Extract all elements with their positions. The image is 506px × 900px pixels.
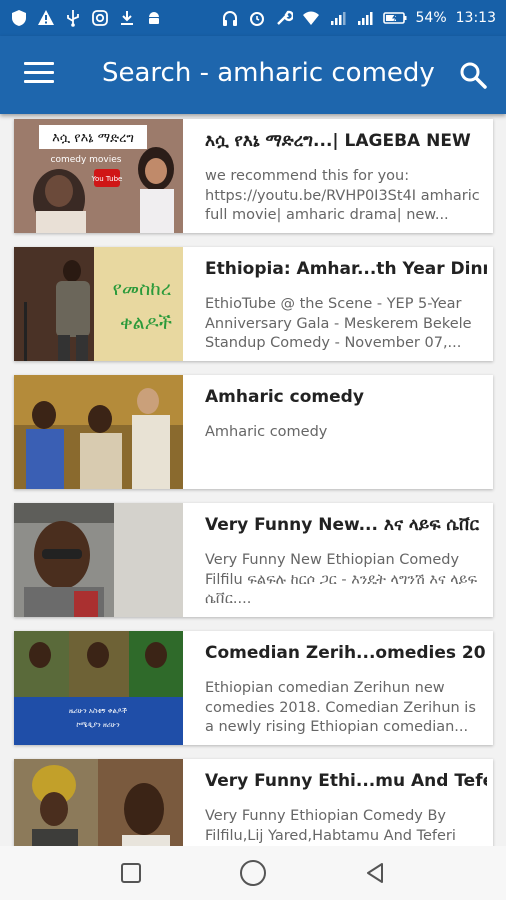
youtube-badge: You Tube (91, 175, 123, 183)
headphones-icon (221, 9, 239, 27)
video-thumbnail[interactable] (14, 375, 183, 489)
result-description: Very Funny New Ethiopian Comedy Filfilu … (205, 552, 478, 607)
video-thumbnail[interactable]: የመስከረ ቀልዶች (14, 247, 183, 361)
result-title: እሷ የእኔ ማድረግ...| LAGEBA NEW (205, 131, 471, 151)
result-description: Amharic comedy (205, 424, 328, 440)
search-icon[interactable] (458, 60, 488, 90)
thumb-caption: እሷ የእኔ ማድረግ (52, 131, 134, 146)
wrench-icon (275, 9, 293, 27)
result-card[interactable]: Very Funny Ethi...mu And Teferi Very Fun… (14, 759, 493, 846)
status-bar: 54% 13:13 (0, 0, 506, 36)
result-title: Very Funny Ethi...mu And Teferi (205, 771, 487, 791)
result-title: Ethiopia: Amhar...th Year Dinner (205, 259, 487, 279)
menu-icon[interactable] (24, 62, 54, 86)
result-card[interactable]: የመስከረ ቀልዶች Ethiopia: Amhar...th Year Din… (14, 247, 493, 361)
android-icon (145, 9, 163, 27)
result-title: Amharic comedy (205, 387, 364, 407)
page-title: Search - amharic comedy (102, 58, 435, 88)
result-title: Very Funny New... እና ላይፍ ሴቨር (205, 515, 480, 535)
video-thumbnail[interactable]: እሷ የእኔ ማድረግ comedy movies You Tube (14, 119, 183, 233)
square-icon[interactable] (116, 858, 146, 888)
navigation-bar (0, 846, 506, 900)
result-description: Ethiopian comedian Zerihun new comedies … (205, 680, 476, 735)
usb-icon (64, 9, 82, 27)
video-thumbnail[interactable] (14, 759, 183, 846)
battery-icon (382, 9, 407, 27)
warning-icon (37, 9, 55, 27)
download-icon (118, 9, 136, 27)
alarm-icon (248, 9, 266, 27)
battery-percent: 54% (415, 10, 447, 26)
instagram-icon (91, 9, 109, 27)
result-card[interactable]: Amharic comedy Amharic comedy (14, 375, 493, 489)
app-bar: Search - amharic comedy (0, 36, 506, 114)
result-description: we recommend this for you: https://youtu… (205, 168, 480, 223)
signal-icon (329, 9, 347, 27)
shield-icon (10, 9, 28, 27)
results-list[interactable]: እሷ የእኔ ማድረግ comedy movies You Tube እሷ የእ… (0, 114, 506, 846)
circle-icon[interactable] (238, 858, 268, 888)
result-description: Very Funny Ethiopian Comedy By Filfilu,L… (205, 808, 456, 844)
result-title: Comedian Zerih...omedies 2018 (205, 643, 487, 663)
video-thumbnail[interactable] (14, 503, 183, 617)
result-card[interactable]: ዜሪሁን አስቂኝ ቀልዶች ኮሜዲያን ዘሪሁን Comedian Zerih… (14, 631, 493, 745)
clock: 13:13 (455, 10, 496, 26)
result-description: EthioTube @ the Scene - YEP 5-Year Anniv… (205, 296, 472, 351)
result-card[interactable]: Very Funny New... እና ላይፍ ሴቨር Very Funny … (14, 503, 493, 617)
thumb-caption: ዜሪሁን አስቂኝ ቀልዶች (69, 707, 127, 715)
thumb-caption: የመስከረ (113, 278, 172, 300)
back-triangle-icon[interactable] (360, 858, 390, 888)
video-thumbnail[interactable]: ዜሪሁን አስቂኝ ቀልዶች ኮሜዲያን ዘሪሁን (14, 631, 183, 745)
wifi-icon (302, 9, 320, 27)
thumb-subcaption: ኮሜዲያን ዘሪሁን (76, 721, 120, 729)
result-card[interactable]: እሷ የእኔ ማድረግ comedy movies You Tube እሷ የእ… (14, 119, 493, 233)
thumb-subcaption: ቀልዶች (120, 312, 173, 334)
signal-icon (356, 9, 374, 27)
thumb-subcaption: comedy movies (51, 155, 122, 165)
